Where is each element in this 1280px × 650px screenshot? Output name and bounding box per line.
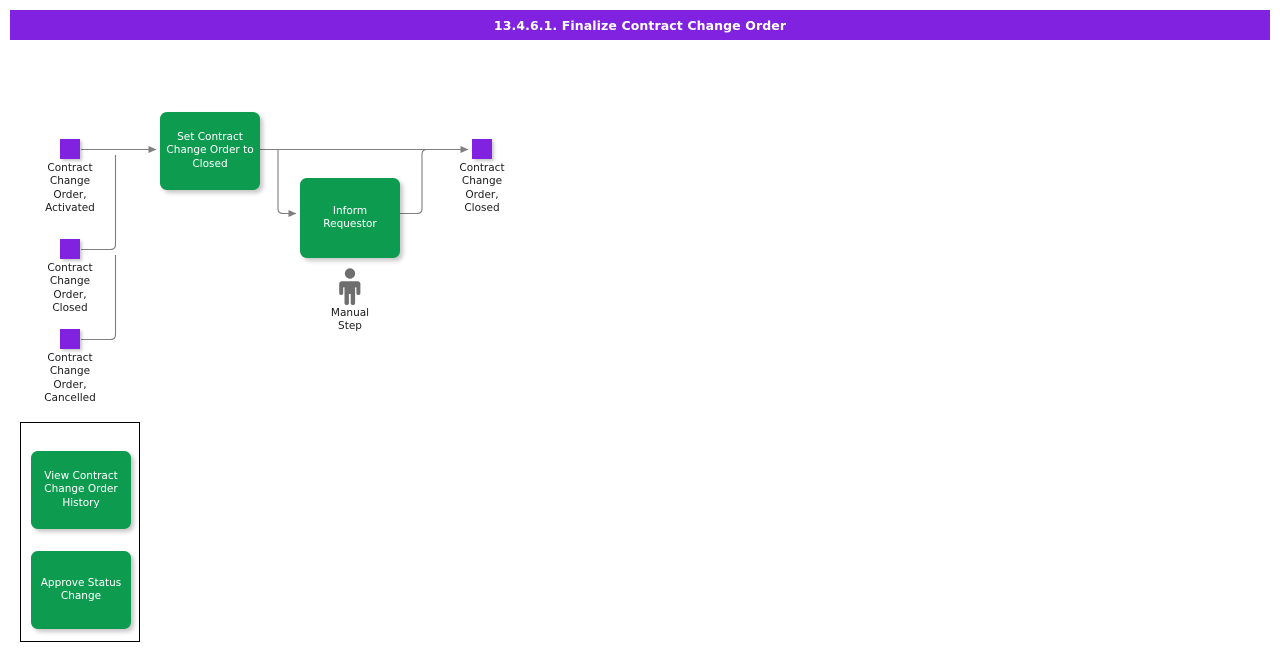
event-contract-change-order-activated[interactable]: Contract Change Order, Activated <box>10 139 130 215</box>
edge-set-closed-to-inform <box>277 149 297 217</box>
event-contract-change-order-cancelled[interactable]: Contract Change Order, Cancelled <box>10 329 130 405</box>
event-label: Contract Change Order, Cancelled <box>44 352 96 404</box>
activity-inform-requestor[interactable]: Inform Requestor <box>300 178 400 258</box>
manual-step-marker: Manual Step <box>310 268 390 334</box>
legend-item-approve-status-change[interactable]: Approve Status Change <box>31 551 131 629</box>
person-icon <box>339 268 361 305</box>
legend-item-view-contract-change-order-history[interactable]: View Contract Change Order History <box>31 451 131 529</box>
event-label: Contract Change Order, Activated <box>45 162 95 214</box>
legend-item-label: View Contract Change Order History <box>44 470 118 509</box>
event-label: Contract Change Order, Closed <box>47 262 93 314</box>
connector-layer <box>81 146 469 341</box>
event-square-icon <box>60 139 80 159</box>
event-contract-change-order-closed-end[interactable]: Contract Change Order, Closed <box>422 139 542 215</box>
activity-label: Set Contract Change Order to Closed <box>166 131 254 170</box>
activity-set-contract-change-order-to-closed[interactable]: Set Contract Change Order to Closed <box>160 112 260 190</box>
legend-item-label: Approve Status Change <box>40 576 122 602</box>
event-square-icon <box>60 239 80 259</box>
event-label: Contract Change Order, Closed <box>459 162 505 214</box>
diagram-canvas: Contract Change Order, Activated Contrac… <box>0 0 1280 650</box>
event-square-icon <box>472 139 492 159</box>
activity-label: Inform Requestor <box>323 204 377 230</box>
manual-step-label: Manual Step <box>330 307 370 333</box>
event-square-icon <box>60 329 80 349</box>
event-contract-change-order-closed-start[interactable]: Contract Change Order, Closed <box>10 239 130 315</box>
related-actions-panel: View Contract Change Order History Appro… <box>20 422 140 642</box>
